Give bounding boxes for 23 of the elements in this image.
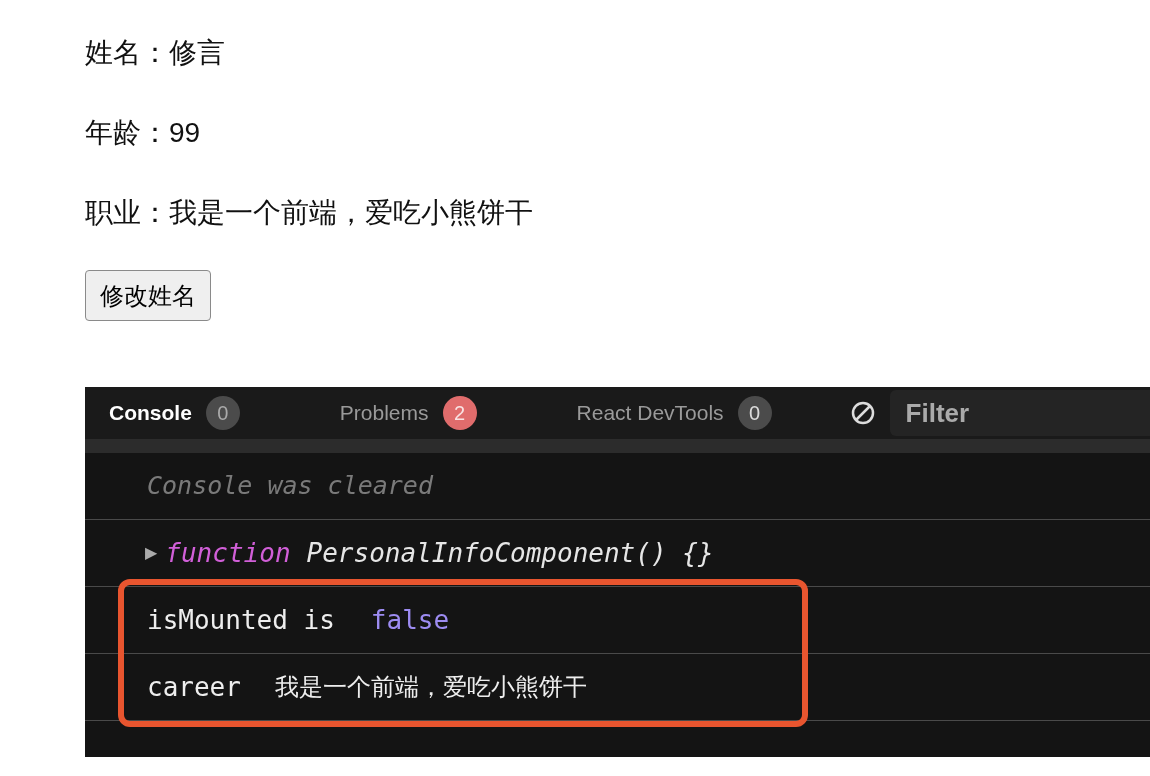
log-text: isMounted is (147, 603, 335, 637)
log-value: 我是一个前端，爱吃小熊饼干 (274, 672, 587, 703)
count-badge: 2 (442, 396, 477, 430)
field-value: 99 (169, 116, 201, 150)
count-badge: 0 (737, 396, 772, 430)
field-label: 职业： (85, 196, 169, 230)
field-label: 姓名： (85, 36, 169, 70)
expand-toggle[interactable]: ▶ (145, 541, 158, 565)
field-label: 年龄： (85, 116, 169, 150)
filter-field[interactable]: Filter (889, 390, 1150, 436)
console-message: Console was cleared (147, 470, 433, 503)
keyword-text: function (165, 536, 291, 570)
clear-icon[interactable] (849, 400, 876, 426)
console-tab[interactable]: Problems (339, 397, 429, 429)
field-value: 我是一个前端，爱吃小熊饼干 (169, 196, 533, 230)
function-signature: PersonalInfoComponent() {} (306, 536, 714, 570)
field-value: 修言 (169, 36, 225, 70)
console-tab[interactable]: Console (109, 397, 192, 429)
rename-button[interactable]: 修改姓名 (85, 270, 211, 321)
boolean-value: false (370, 603, 450, 637)
count-badge: 0 (205, 396, 240, 430)
console-tab[interactable]: React DevTools (576, 397, 724, 429)
log-text: career (147, 670, 241, 704)
